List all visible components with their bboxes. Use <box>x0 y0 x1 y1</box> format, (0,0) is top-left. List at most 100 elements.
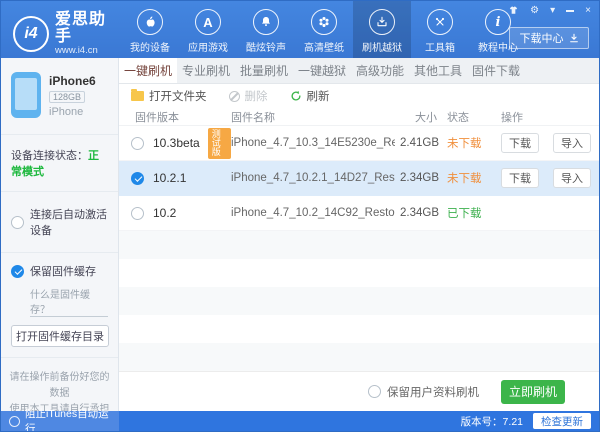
row-radio[interactable] <box>131 207 144 220</box>
block-itunes-toggle[interactable]: 阻止iTunes自动运行 <box>1 411 119 431</box>
keep-cache-label: 保留固件缓存 <box>30 263 96 279</box>
col-size: 大小 <box>395 109 447 125</box>
keep-user-data-label: 保留用户资料刷机 <box>387 384 479 400</box>
open-cache-dir-button[interactable]: 打开固件缓存目录 <box>11 325 109 347</box>
nav-my-device[interactable]: 我的设备 <box>121 1 179 58</box>
keep-user-data-radio[interactable] <box>368 385 381 398</box>
flash-icon <box>369 9 395 35</box>
iphone-icon <box>11 72 41 118</box>
app-window: i4 爱思助手 www.i4.cn 我的设备 A 应用游戏 酷炫铃声 <box>0 0 600 432</box>
tab-other-tools[interactable]: 其他工具 <box>409 58 467 83</box>
info-icon: i <box>485 9 511 35</box>
firmware-cache-panel: 保留固件缓存 什么是固件缓存？ 打开固件缓存目录 <box>1 253 118 358</box>
close-icon[interactable]: × <box>585 6 591 16</box>
folder-icon <box>131 91 144 101</box>
toolbar: 打开文件夹 删除 刷新 <box>119 84 599 108</box>
firmware-row-10-2-1[interactable]: 10.2.1 iPhone_4.7_10.2.1_14D27_Restore.i… <box>119 161 599 196</box>
dropdown-icon[interactable]: ▾ <box>550 6 555 16</box>
beta-badge: 测试版 <box>208 128 231 159</box>
empty-row <box>119 231 599 259</box>
nav-flash-jailbreak[interactable]: 刷机越狱 <box>353 1 411 58</box>
firmware-version: 10.2 <box>153 206 176 220</box>
tab-pro-flash[interactable]: 专业刷机 <box>177 58 235 83</box>
tab-advanced[interactable]: 高级功能 <box>351 58 409 83</box>
import-button[interactable]: 导入 <box>553 168 591 188</box>
col-status: 状态 <box>447 109 501 125</box>
nav-toolbox[interactable]: 工具箱 <box>411 1 469 58</box>
delete-button[interactable]: 删除 <box>229 88 268 104</box>
import-button[interactable]: 导入 <box>553 133 591 153</box>
check-update-button[interactable]: 检查更新 <box>533 413 591 429</box>
col-firmware-name: 固件名称 <box>231 109 395 125</box>
tab-one-click-jailbreak[interactable]: 一键越狱 <box>293 58 351 83</box>
firmware-name: iPhone_4.7_10.3_14E5230e_Restore.ipsw <box>231 137 395 149</box>
main-panel: 一键刷机 专业刷机 批量刷机 一键越狱 高级功能 其他工具 固件下载 打开文件夹… <box>119 58 599 411</box>
tab-bar: 一键刷机 专业刷机 批量刷机 一键越狱 高级功能 其他工具 固件下载 <box>119 58 599 84</box>
refresh-icon <box>290 90 302 102</box>
row-radio[interactable] <box>131 137 144 150</box>
status-badge: 未下载 <box>447 170 501 186</box>
flash-now-button[interactable]: 立即刷机 <box>501 380 565 404</box>
toolbox-icon <box>427 9 453 35</box>
tab-batch-flash[interactable]: 批量刷机 <box>235 58 293 83</box>
download-center-button[interactable]: 下载中心 <box>509 27 589 49</box>
version-label: 版本号：7.21 <box>461 414 523 429</box>
auto-activate-checkbox[interactable] <box>11 216 24 229</box>
flash-action-bar: 保留用户资料刷机 立即刷机 <box>119 371 599 411</box>
refresh-button[interactable]: 刷新 <box>290 88 330 104</box>
what-is-cache-link[interactable]: 什么是固件缓存？ <box>30 286 108 317</box>
apple-icon <box>137 9 163 35</box>
open-folder-button[interactable]: 打开文件夹 <box>131 88 207 104</box>
app-url: www.i4.cn <box>55 46 119 56</box>
block-itunes-label: 阻止iTunes自动运行 <box>25 406 119 432</box>
settings-icon[interactable]: ⚙ <box>530 6 539 16</box>
tab-one-click-flash[interactable]: 一键刷机 <box>119 58 177 83</box>
nav-ringtones[interactable]: 酷炫铃声 <box>237 1 295 58</box>
warning-line-1: 请在操作前备份好您的数据 <box>9 370 110 402</box>
table-header: 固件版本 固件名称 大小 状态 操作 <box>119 108 599 126</box>
empty-row <box>119 259 599 288</box>
auto-activate-panel: 连接后自动激活设备 <box>1 192 118 253</box>
skin-icon[interactable] <box>508 5 519 16</box>
app-title: 爱思助手 <box>55 11 119 46</box>
firmware-row-10-2[interactable]: 10.2 iPhone_4.7_10.2_14C92_Restore.ipsw … <box>119 196 599 231</box>
empty-row <box>119 287 599 315</box>
firmware-name: iPhone_4.7_10.2_14C92_Restore.ipsw <box>231 207 395 219</box>
nav-wallpapers[interactable]: 高清壁纸 <box>295 1 353 58</box>
sidebar: iPhone6 128GB iPhone 设备连接状态：正常模式 连接后自动激活… <box>1 58 119 411</box>
connection-status-panel: 设备连接状态：正常模式 <box>1 135 118 192</box>
firmware-size: 2.41GB <box>395 137 447 149</box>
wallpaper-icon <box>311 9 337 35</box>
firmware-size: 2.34GB <box>395 172 447 184</box>
empty-row <box>119 343 599 371</box>
col-firmware-version: 固件版本 <box>135 109 231 125</box>
appstore-icon: A <box>195 9 221 35</box>
delete-icon <box>229 91 240 102</box>
col-operation: 操作 <box>501 109 599 125</box>
app-logo: i4 爱思助手 www.i4.cn <box>1 1 119 58</box>
tab-firmware-download[interactable]: 固件下载 <box>467 58 525 83</box>
window-controls: ⚙ ▾ × <box>508 5 591 16</box>
keep-cache-checkbox[interactable] <box>11 265 24 278</box>
status-bar: 阻止iTunes自动运行 版本号：7.21 检查更新 <box>1 411 599 431</box>
nav-apps-games[interactable]: A 应用游戏 <box>179 1 237 58</box>
connection-label: 设备连接状态： <box>11 150 88 162</box>
device-name: iPhone6 <box>49 74 96 88</box>
bell-icon <box>253 9 279 35</box>
status-badge: 已下载 <box>447 205 501 221</box>
download-button[interactable]: 下载 <box>501 133 539 153</box>
auto-activate-label: 连接后自动激活设备 <box>30 206 108 238</box>
firmware-size: 2.34GB <box>395 207 447 219</box>
device-model: iPhone <box>49 106 96 118</box>
firmware-row-10-3beta[interactable]: 10.3beta 测试版 iPhone_4.7_10.3_14E5230e_Re… <box>119 126 599 161</box>
empty-row <box>119 315 599 344</box>
row-radio[interactable] <box>131 172 144 185</box>
download-icon <box>569 33 579 43</box>
minimize-icon[interactable] <box>566 10 574 12</box>
download-button[interactable]: 下载 <box>501 168 539 188</box>
firmware-version: 10.3beta <box>153 136 200 150</box>
block-itunes-checkbox[interactable] <box>9 416 20 427</box>
firmware-version: 10.2.1 <box>153 171 186 185</box>
device-capacity-badge: 128GB <box>49 91 85 103</box>
title-bar: i4 爱思助手 www.i4.cn 我的设备 A 应用游戏 酷炫铃声 <box>1 1 599 58</box>
